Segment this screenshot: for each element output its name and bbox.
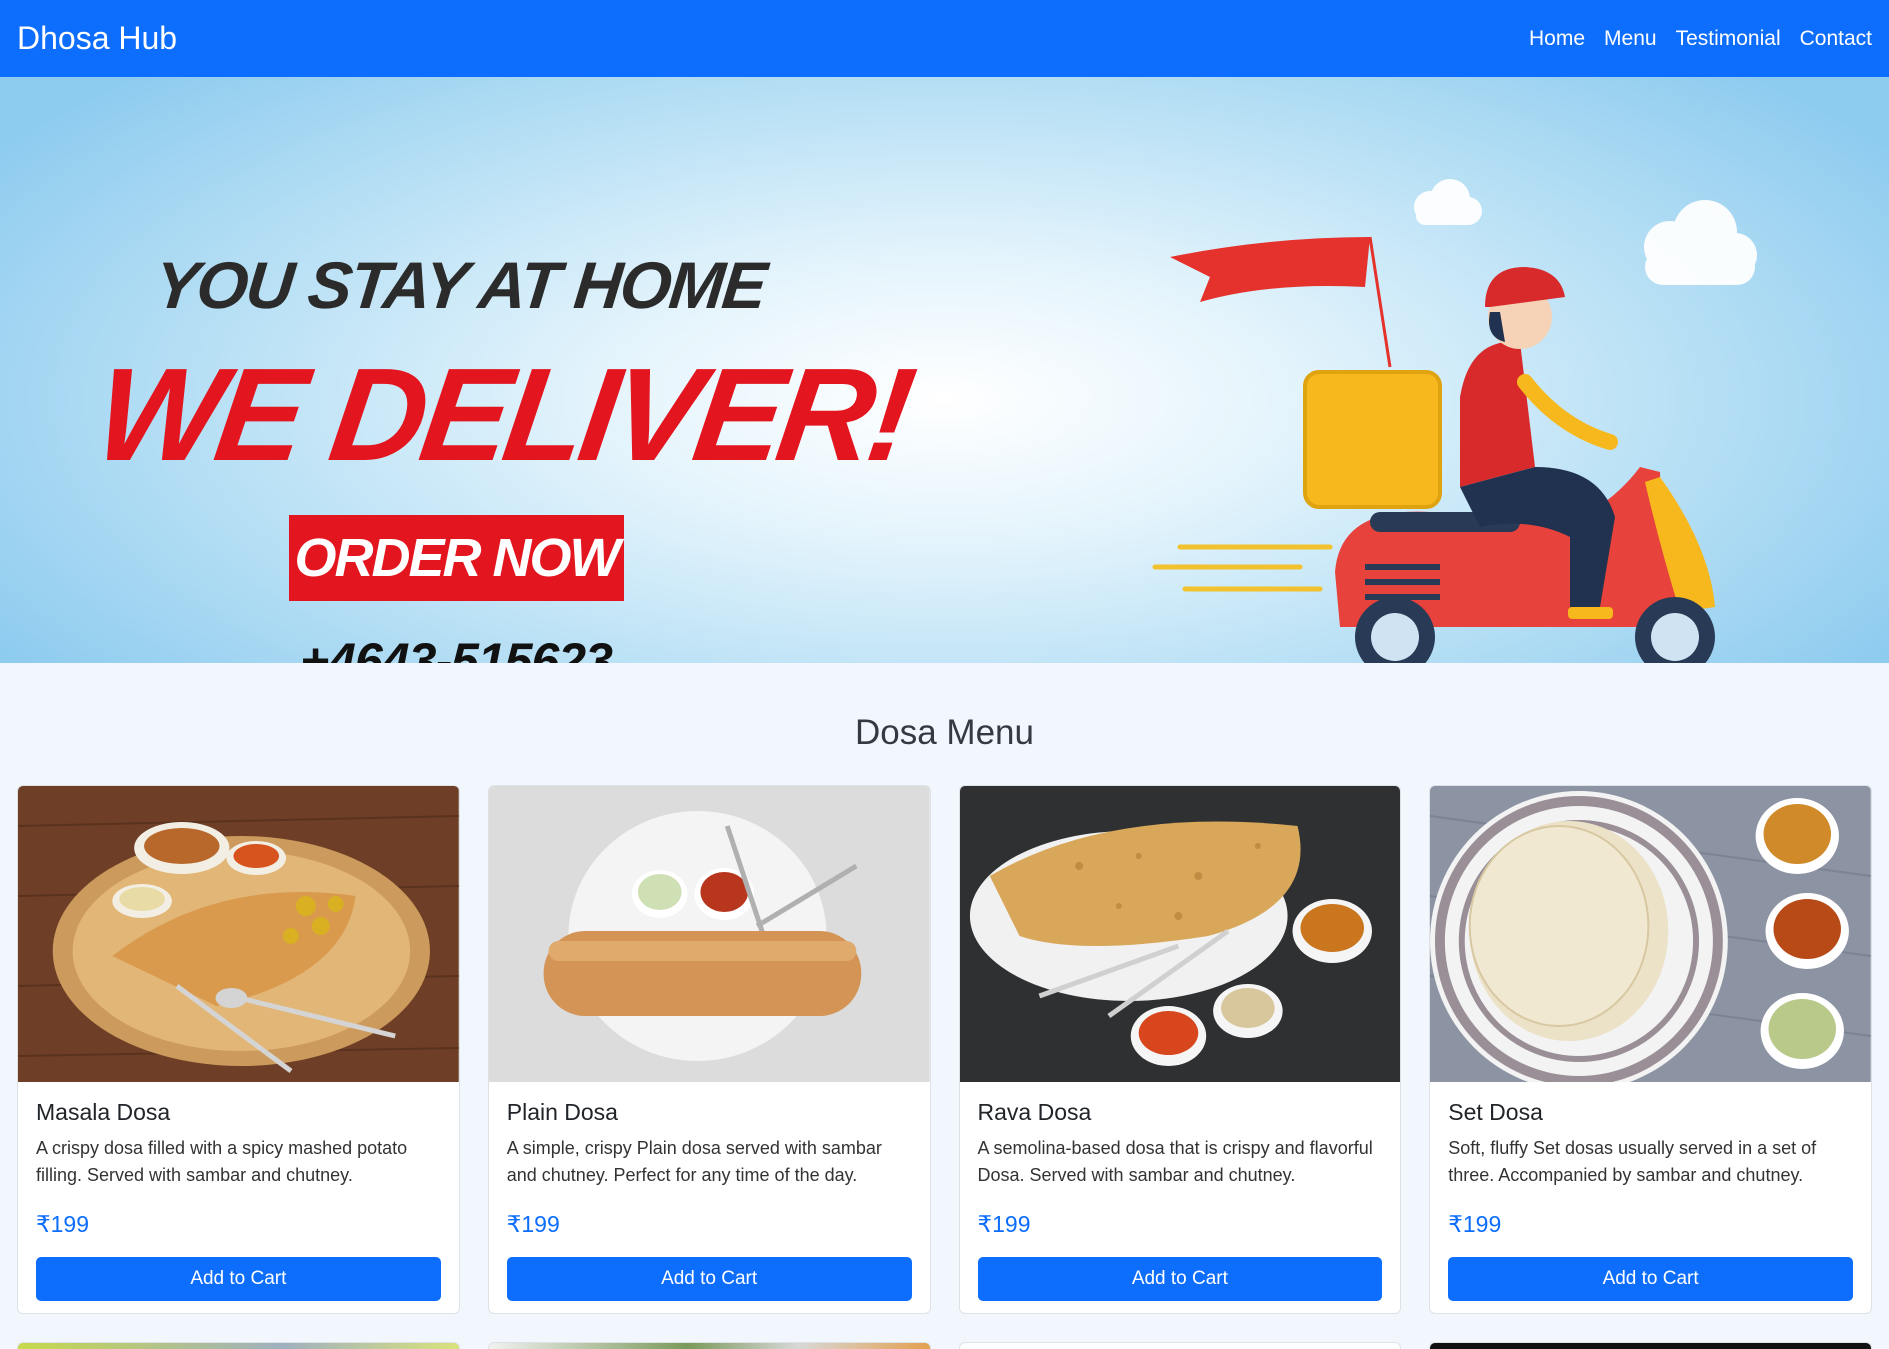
nav-link-menu[interactable]: Menu [1604,27,1657,51]
menu-card [1429,1342,1872,1349]
dish-description: A semolina-based dosa that is crispy and… [977,1138,1373,1185]
delivery-scooter-illustration [1152,179,1757,663]
cloud-icon [1414,179,1482,225]
dish-name: Masala Dosa [36,1099,171,1125]
add-to-cart-button[interactable]: Add to Cart [36,1257,441,1301]
order-now-button[interactable]: ORDER NOW [289,515,624,601]
add-to-cart-button[interactable]: Add to Cart [977,1257,1383,1301]
hero-headline: WE DELIVER! [87,341,919,488]
add-to-cart-button[interactable]: Add to Cart [506,1257,912,1301]
dish-name: Set Dosa [1448,1099,1543,1125]
dish-description: A simple, crispy Plain dosa served with … [506,1138,882,1185]
hero-phone: +4643-515623 [300,633,613,663]
menu-card: Plain Dosa A simple, crispy Plain dosa s… [487,785,931,1314]
dish-price: ₹199 [977,1211,1031,1237]
nav-link-home[interactable]: Home [1529,27,1585,51]
dish-name: Plain Dosa [506,1099,618,1125]
menu-card [17,1342,460,1349]
menu-card [958,1342,1402,1349]
card-body: Rava Dosa A semolina-based dosa that is … [960,1082,1401,1313]
dish-description: A crispy dosa filled with a spicy mashed… [36,1138,408,1185]
masala-dosa-image [18,786,459,1082]
nav-link-testimonial[interactable]: Testimonial [1676,27,1781,51]
dish-name: Rava Dosa [977,1099,1092,1125]
navbar: Dhosa Hub Home Menu Testimonial Contact [0,0,1889,77]
rava-dosa-image [959,786,1401,1082]
menu-card: Masala Dosa A crispy dosa filled with a … [17,785,460,1314]
hero-tagline: YOU STAY AT HOME [151,248,769,322]
menu-cards-next-row [17,1342,1872,1349]
plain-dosa-image [488,786,930,1082]
card-body: Masala Dosa A crispy dosa filled with a … [18,1082,459,1313]
dish-description: Soft, fluffy Set dosas usually served in… [1448,1138,1817,1185]
cloud-icon [1644,200,1757,285]
menu-cards: Masala Dosa A crispy dosa filled with a … [17,785,1872,1314]
dish-price: ₹199 [506,1211,560,1237]
dosa-menu-section: Dosa Menu Masala Dosa A crispy dosa fill… [0,663,1889,1349]
nav-link-contact[interactable]: Contact [1800,27,1872,51]
menu-title: Dosa Menu [855,713,1034,752]
hero-banner: YOU STAY AT HOME WE DELIVER! ORDER NOW +… [0,77,1889,663]
add-to-cart-button[interactable]: Add to Cart [1448,1257,1853,1301]
card-body: Set Dosa Soft, fluffy Set dosas usually … [1430,1082,1871,1313]
dish-price: ₹199 [1448,1211,1502,1237]
card-body: Plain Dosa A simple, crispy Plain dosa s… [489,1082,930,1313]
dish-price: ₹199 [36,1211,90,1237]
menu-card: Rava Dosa A semolina-based dosa that is … [958,785,1402,1314]
menu-card: Set Dosa Soft, fluffy Set dosas usually … [1429,785,1872,1314]
menu-card [487,1342,931,1349]
nav-links: Home Menu Testimonial Contact [1529,27,1872,51]
hero-text: YOU STAY AT HOME WE DELIVER! ORDER NOW +… [0,77,940,663]
brand-logo[interactable]: Dhosa Hub [17,20,177,57]
set-dosa-image [1430,786,1871,1082]
